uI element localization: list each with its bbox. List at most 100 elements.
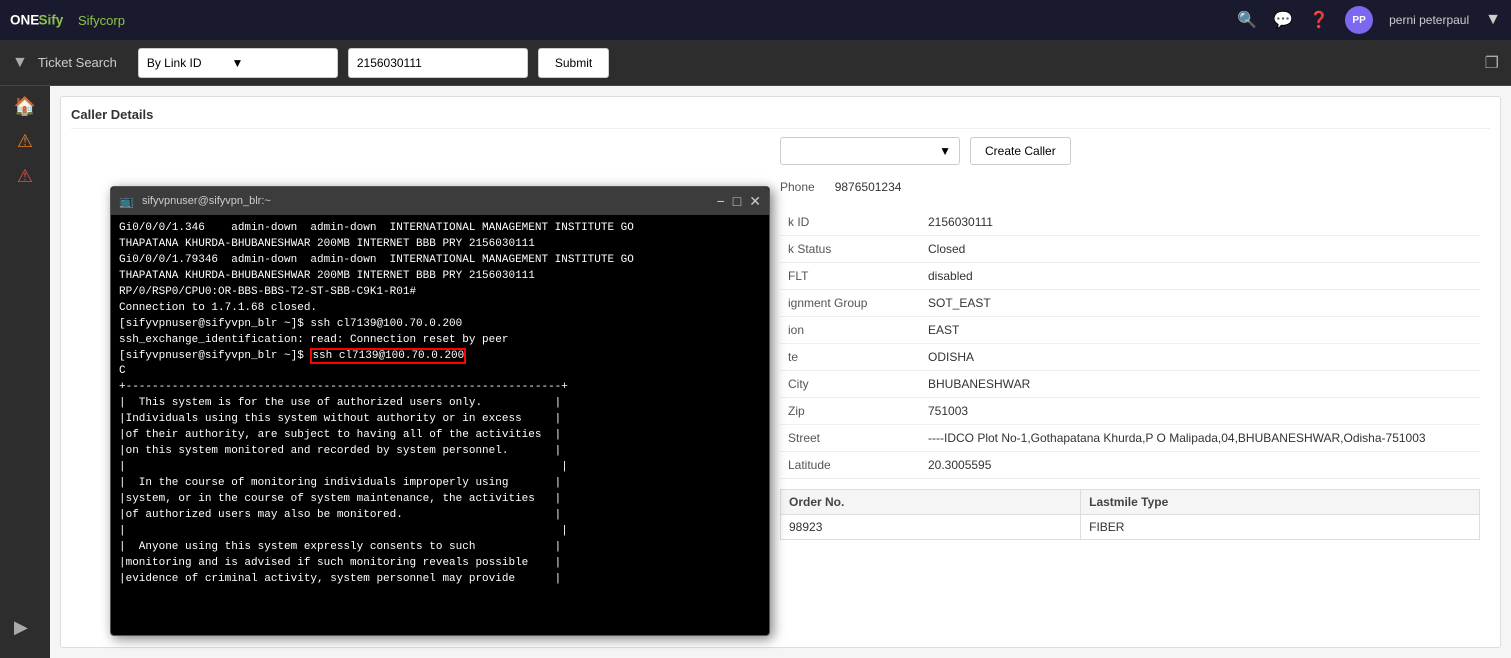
field-value: ----IDCO Plot No-1,Gothapatana Khurda,P …: [920, 425, 1480, 452]
table-header: Lastmile Type: [1081, 490, 1480, 515]
terminal-icon: 📺: [119, 194, 134, 208]
user-avatar[interactable]: PP: [1345, 6, 1373, 34]
terminal-line: ssh_exchange_identification: read: Conne…: [119, 333, 761, 349]
field-value: disabled: [920, 263, 1480, 290]
terminal-line: | This system is for the use of authoriz…: [119, 396, 761, 412]
field-label: FLT: [780, 263, 920, 290]
terminal-line: Gi0/0/0/1.79346 admin-down admin-down IN…: [119, 253, 761, 269]
terminal-line: Connection to 1.7.1.68 closed.: [119, 301, 761, 317]
submit-button[interactable]: Submit: [538, 48, 609, 78]
search-bar: ▼ Ticket Search By Link ID ▼ Submit ❐: [0, 40, 1511, 86]
bottom-data-table: Order No.Lastmile Type 98923FIBER: [780, 489, 1480, 540]
user-dropdown-icon[interactable]: ▼: [1485, 11, 1501, 29]
caller-dropdown-arrow: ▼: [939, 144, 951, 158]
details-right-panel: ▼ Create Caller Phone 9876501234 k ID215…: [780, 137, 1480, 540]
search-icon[interactable]: 🔍: [1237, 10, 1257, 30]
field-label: Latitude: [780, 452, 920, 479]
terminal-maximize-button[interactable]: □: [733, 194, 741, 208]
terminal-minimize-button[interactable]: −: [717, 194, 725, 208]
field-value: BHUBANESHWAR: [920, 371, 1480, 398]
sidebar-info-red-icon[interactable]: ⚠: [17, 166, 33, 187]
sidebar-play-icon[interactable]: ▶: [14, 617, 28, 638]
terminal-line: | Anyone using this system expressly con…: [119, 540, 761, 556]
phone-label: Phone: [780, 180, 815, 194]
logo: ONE Sify: [10, 6, 70, 34]
terminal-line: C: [119, 364, 761, 380]
card-title: Caller Details: [71, 107, 1490, 129]
field-row: CityBHUBANESHWAR: [780, 371, 1480, 398]
details-field-table: k ID2156030111k StatusClosedFLTdisabledi…: [780, 209, 1480, 479]
phone-value: 9876501234: [835, 180, 902, 194]
dropdown-arrow: ▼: [232, 56, 244, 70]
terminal-line: |of their authority, are subject to havi…: [119, 428, 761, 444]
field-label: Zip: [780, 398, 920, 425]
sidebar-info-orange-icon[interactable]: ⚠: [17, 131, 33, 152]
field-label: k Status: [780, 236, 920, 263]
terminal-line: |of authorized users may also be monitor…: [119, 508, 761, 524]
create-caller-row: ▼ Create Caller: [780, 137, 1480, 165]
field-row: Latitude20.3005595: [780, 452, 1480, 479]
field-label: te: [780, 344, 920, 371]
table-header: Order No.: [781, 490, 1081, 515]
terminal-title: sifyvpnuser@sifyvpn_blr:~: [142, 195, 709, 207]
terminal-line: THAPATANA KHURDA-BHUBANESHWAR 200MB INTE…: [119, 269, 761, 285]
table-cell: 98923: [781, 515, 1081, 540]
terminal-titlebar: 📺 sifyvpnuser@sifyvpn_blr:~ − □ ✕: [111, 187, 769, 215]
field-value: SOT_EAST: [920, 290, 1480, 317]
field-value: EAST: [920, 317, 1480, 344]
field-label: ignment Group: [780, 290, 920, 317]
svg-text:Sify: Sify: [39, 13, 64, 28]
field-label: Street: [780, 425, 920, 452]
search-input[interactable]: [348, 48, 528, 78]
field-value: ODISHA: [920, 344, 1480, 371]
terminal-close-button[interactable]: ✕: [749, 194, 761, 208]
left-sidebar: 🏠 ⚠ ⚠ ▶: [0, 86, 50, 658]
terminal-controls: − □ ✕: [717, 194, 761, 208]
terminal-line: | In the course of monitoring individual…: [119, 476, 761, 492]
sidebar-home-icon[interactable]: 🏠: [14, 96, 36, 117]
expand-icon[interactable]: ❐: [1485, 53, 1499, 73]
terminal-line: | |: [119, 524, 761, 540]
svg-text:ONE: ONE: [10, 13, 39, 28]
create-caller-button[interactable]: Create Caller: [970, 137, 1071, 165]
field-value: 751003: [920, 398, 1480, 425]
terminal-ssh-highlight: ssh cl7139@100.70.0.200: [310, 348, 466, 364]
field-label: ion: [780, 317, 920, 344]
table-row: 98923FIBER: [781, 515, 1480, 540]
field-value: 2156030111: [920, 209, 1480, 236]
terminal-line: +---------------------------------------…: [119, 380, 761, 396]
terminal-line: | |: [119, 460, 761, 476]
terminal-line: RP/0/RSP0/CPU0:OR-BBS-BBS-T2-ST-SBB-C9K1…: [119, 285, 761, 301]
terminal-line: [sifyvpnuser@sifyvpn_blr ~]$ ssh cl7139@…: [119, 317, 761, 333]
terminal-line: |Individuals using this system without a…: [119, 412, 761, 428]
search-label: Ticket Search: [38, 55, 128, 70]
onesify-logo: ONE Sify: [10, 6, 70, 34]
field-value: 20.3005595: [920, 452, 1480, 479]
top-navigation: ONE Sify Sifycorp 🔍 💬 ❓ PP perni peterpa…: [0, 0, 1511, 40]
field-row: ionEAST: [780, 317, 1480, 344]
phone-row: Phone 9876501234: [780, 180, 1480, 194]
field-row: k StatusClosed: [780, 236, 1480, 263]
terminal-line: |evidence of criminal activity, system p…: [119, 572, 761, 588]
caller-type-dropdown[interactable]: ▼: [780, 137, 960, 165]
terminal-line: |system, or in the course of system main…: [119, 492, 761, 508]
chat-icon[interactable]: 💬: [1273, 10, 1293, 30]
field-row: FLTdisabled: [780, 263, 1480, 290]
content-area: Caller Details ▼ Create Caller Phone 987…: [50, 86, 1511, 658]
terminal-line: Gi0/0/0/1.346 admin-down admin-down INTE…: [119, 221, 761, 237]
field-row: ignment GroupSOT_EAST: [780, 290, 1480, 317]
field-label: City: [780, 371, 920, 398]
search-type-dropdown[interactable]: By Link ID ▼: [138, 48, 338, 78]
field-label: k ID: [780, 209, 920, 236]
field-row: Zip751003: [780, 398, 1480, 425]
field-row: k ID2156030111: [780, 209, 1480, 236]
terminal-line: THAPATANA KHURDA-BHUBANESHWAR 200MB INTE…: [119, 237, 761, 253]
nav-right: 🔍 💬 ❓ PP perni peterpaul ▼: [1237, 6, 1501, 34]
terminal-body[interactable]: Gi0/0/0/1.346 admin-down admin-down INTE…: [111, 215, 769, 635]
user-name: perni peterpaul: [1389, 13, 1469, 27]
help-icon[interactable]: ❓: [1309, 10, 1329, 30]
filter-icon[interactable]: ▼: [12, 54, 28, 72]
terminal-line: |monitoring and is advised if such monit…: [119, 556, 761, 572]
main-layout: 🏠 ⚠ ⚠ ▶ Caller Details ▼ Create Caller P…: [0, 86, 1511, 658]
logo-area: ONE Sify Sifycorp: [10, 6, 125, 34]
